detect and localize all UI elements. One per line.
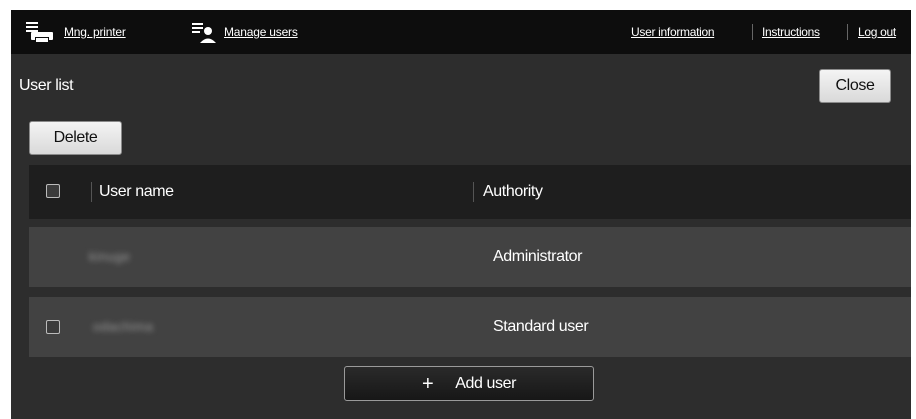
add-user-label: Add user (455, 374, 517, 392)
close-button[interactable]: Close (819, 69, 891, 103)
table-header: User name Authority (29, 165, 911, 219)
page-title: User list (19, 77, 74, 94)
manage-users-link[interactable]: Manage users (191, 10, 298, 54)
printer-icon (25, 19, 57, 45)
app-window: Mng. printer Manage users User informati… (11, 10, 911, 419)
user-information-link[interactable]: User information (631, 10, 715, 54)
column-header-user-name[interactable]: User name (99, 183, 174, 201)
manage-users-icon (191, 19, 217, 45)
plus-icon: + (421, 372, 434, 395)
row-checkbox[interactable] (46, 320, 60, 334)
authority-cell: Standard user (493, 318, 589, 335)
column-header-authority[interactable]: Authority (483, 183, 543, 201)
add-user-button[interactable]: + Add user (344, 366, 594, 401)
top-nav-bar: Mng. printer Manage users User informati… (11, 10, 911, 54)
column-divider (91, 182, 92, 202)
mng-printer-link[interactable]: Mng. printer (25, 10, 126, 54)
column-divider (473, 182, 474, 202)
nav-divider (752, 24, 753, 40)
user-name-cell: odachima (93, 319, 154, 334)
nav-divider (847, 24, 848, 40)
delete-button[interactable]: Delete (29, 121, 122, 155)
manage-users-label: Manage users (224, 25, 298, 39)
table-row[interactable]: odachima Standard user (29, 297, 911, 357)
title-bar: User list (11, 54, 911, 114)
instructions-link[interactable]: Instructions (762, 10, 820, 54)
table-row[interactable]: kinuge Administrator (29, 227, 911, 287)
select-all-checkbox[interactable] (46, 184, 60, 198)
log-out-link[interactable]: Log out (858, 10, 896, 54)
authority-cell: Administrator (493, 248, 583, 265)
user-name-cell: kinuge (89, 249, 131, 264)
mng-printer-label: Mng. printer (64, 25, 126, 39)
